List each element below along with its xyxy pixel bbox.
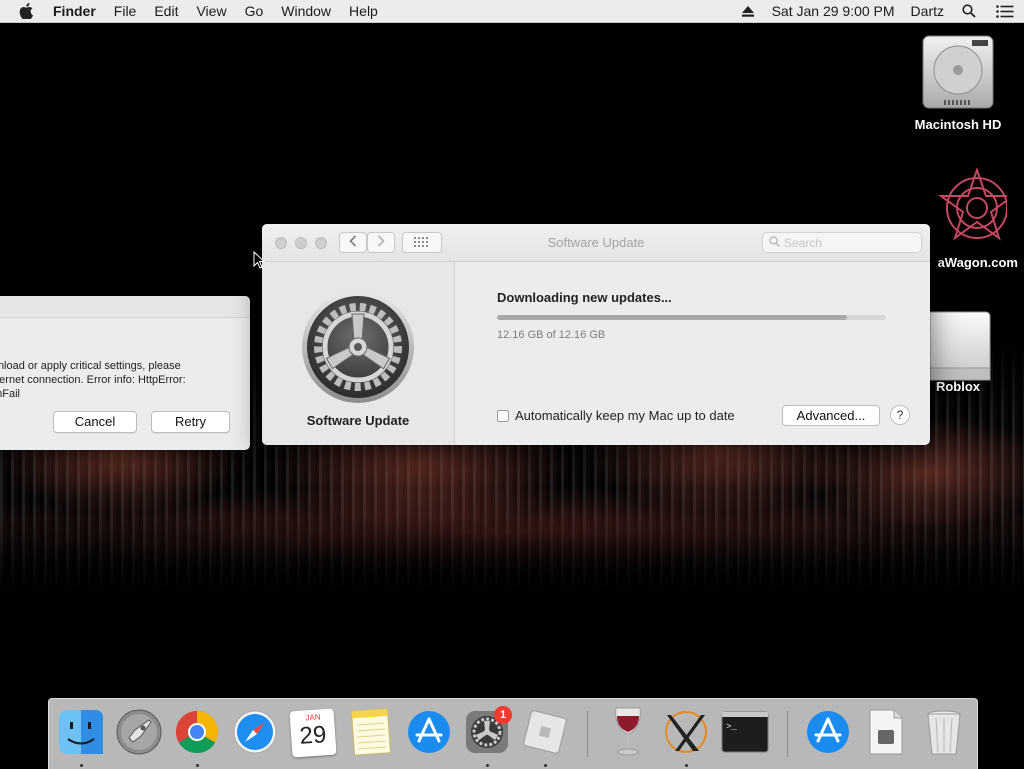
dock-separator xyxy=(587,711,588,757)
roblox-icon xyxy=(521,708,569,759)
hard-drive-icon xyxy=(920,35,996,113)
safari-icon xyxy=(232,709,278,758)
dock-notes[interactable] xyxy=(345,707,397,759)
search-icon xyxy=(769,235,780,250)
mouse-cursor-icon xyxy=(253,250,266,272)
dock-wine[interactable] xyxy=(602,707,654,759)
menu-file[interactable]: File xyxy=(105,0,146,22)
dock-launchpad[interactable] xyxy=(113,707,165,759)
menu-go[interactable]: Go xyxy=(236,0,273,22)
dock-calendar[interactable]: JAN 29 xyxy=(287,707,339,759)
dock-trash[interactable] xyxy=(918,707,970,759)
running-indicator xyxy=(543,764,547,767)
update-error-dialog: wnload or apply critical settings, pleas… xyxy=(0,296,250,450)
window-titlebar: Software Update xyxy=(262,224,930,262)
notification-center-icon[interactable] xyxy=(986,4,1024,18)
dock-system-preferences[interactable]: 1 xyxy=(461,705,513,767)
dock-document[interactable] xyxy=(860,707,912,759)
advanced-button[interactable]: Advanced... xyxy=(782,405,880,426)
auto-update-label: Automatically keep my Mac up to date xyxy=(515,408,735,423)
spotlight-search-icon[interactable] xyxy=(952,4,986,18)
running-indicator xyxy=(79,764,83,767)
pane-name: Software Update xyxy=(306,413,410,428)
running-indicator xyxy=(485,764,489,767)
download-status: Downloading new updates... xyxy=(497,290,672,305)
pane-sidebar: Software Update xyxy=(262,262,455,445)
notification-badge: 1 xyxy=(494,705,512,724)
dock-roblox[interactable] xyxy=(519,707,571,767)
retry-button[interactable]: Retry xyxy=(151,411,230,433)
menu-window[interactable]: Window xyxy=(272,0,340,22)
running-indicator xyxy=(195,764,199,767)
auto-update-option[interactable]: Automatically keep my Mac up to date xyxy=(497,408,735,423)
menu-view[interactable]: View xyxy=(187,0,235,22)
download-progress-bar xyxy=(497,315,886,320)
dock-terminal[interactable]: >_ xyxy=(719,707,771,759)
desktop-icon-macintosh-hd[interactable]: Macintosh HD xyxy=(910,30,1006,132)
progress-fill xyxy=(497,315,848,320)
mandala-app-icon xyxy=(917,166,1017,251)
dock: JAN 29 1 >_ xyxy=(48,698,978,769)
wine-icon xyxy=(608,706,648,761)
dock-separator xyxy=(787,711,788,757)
app-store-icon xyxy=(406,709,452,758)
eject-icon[interactable] xyxy=(732,5,764,17)
calendar-day: 29 xyxy=(298,721,328,750)
dialog-titlebar xyxy=(0,296,250,318)
system-preferences-icon: 1 xyxy=(464,705,512,758)
calendar-icon: JAN 29 xyxy=(289,708,337,758)
help-button[interactable]: ? xyxy=(890,405,910,425)
chrome-icon xyxy=(174,709,220,758)
menu-clock[interactable]: Sat Jan 29 9:00 PM xyxy=(764,0,903,22)
search-field[interactable] xyxy=(762,232,922,253)
error-message: wnload or apply critical settings, pleas… xyxy=(0,360,186,400)
file-icon xyxy=(866,708,906,759)
desktop-icon-label: Macintosh HD xyxy=(914,117,1002,132)
dock-chrome[interactable] xyxy=(171,707,223,767)
update-panel: Downloading new updates... 12.16 GB of 1… xyxy=(455,262,930,445)
xquartz-icon xyxy=(663,709,709,758)
apple-menu-icon[interactable] xyxy=(19,3,37,19)
notes-icon xyxy=(349,707,393,759)
menu-help[interactable]: Help xyxy=(340,0,387,22)
menu-finder[interactable]: Finder xyxy=(49,0,105,22)
running-indicator xyxy=(684,764,688,767)
launchpad-icon xyxy=(115,708,163,759)
app-store-downloads-icon xyxy=(805,709,851,758)
menu-user[interactable]: Dartz xyxy=(903,0,952,22)
software-update-gear-icon xyxy=(301,290,415,407)
search-input[interactable] xyxy=(784,235,914,250)
software-update-window: Software Update Search Software Update D… xyxy=(262,224,930,445)
auto-update-checkbox[interactable] xyxy=(497,409,509,422)
finder-icon xyxy=(57,708,105,759)
dock-xquartz[interactable] xyxy=(660,707,712,767)
cancel-button[interactable]: Cancel xyxy=(53,411,137,433)
menu-bar: Finder File Edit View Go Window Help Sat… xyxy=(0,0,1024,23)
dock-finder[interactable] xyxy=(55,707,107,767)
svg-text:>_: >_ xyxy=(726,722,737,732)
dock-app-store[interactable] xyxy=(403,707,455,759)
download-size: 12.16 GB of 12.16 GB xyxy=(497,329,606,341)
dock-downloads-app-store[interactable] xyxy=(802,707,854,759)
trash-icon xyxy=(924,708,964,759)
terminal-icon: >_ xyxy=(721,711,769,756)
menu-edit[interactable]: Edit xyxy=(145,0,187,22)
dock-safari[interactable] xyxy=(229,707,281,759)
